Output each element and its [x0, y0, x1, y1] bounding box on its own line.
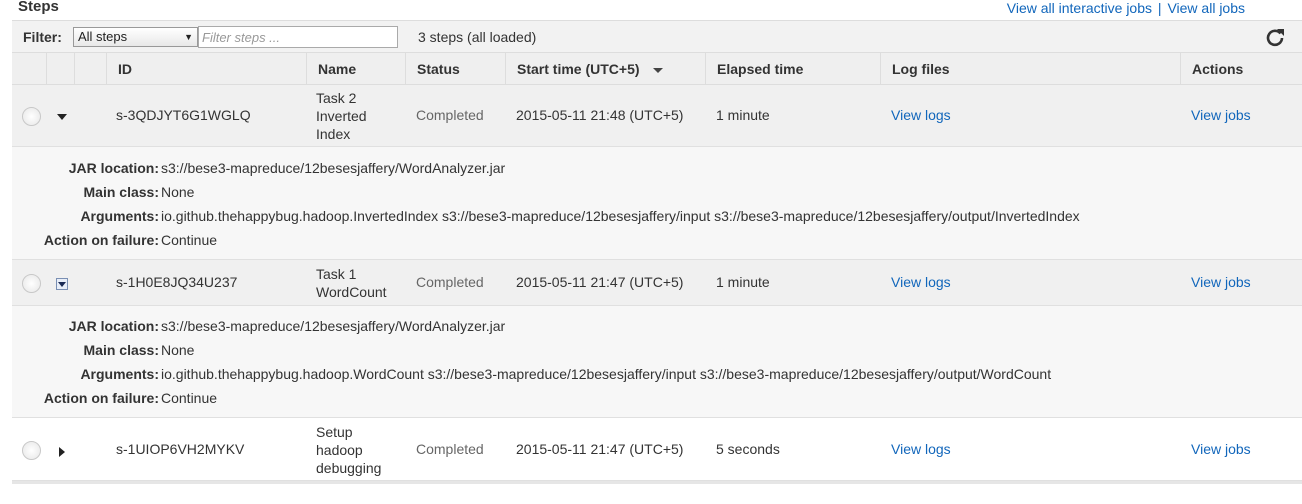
- column-header-status[interactable]: Status: [405, 53, 505, 85]
- step-filter-select[interactable]: All steps ▼: [73, 27, 198, 47]
- header-expand-col: [46, 53, 74, 85]
- step-name-line: Task 2: [316, 90, 357, 106]
- arguments-value: io.github.thehappybug.hadoop.WordCount s…: [161, 366, 1052, 382]
- step-id: s-1UIOP6VH2MYKV: [116, 441, 245, 457]
- step-name-line: debugging: [316, 460, 382, 476]
- step-elapsed-time: 1 minute: [716, 107, 770, 123]
- refresh-icon[interactable]: [1264, 26, 1286, 48]
- step-name-line: Task 1: [316, 266, 357, 282]
- step-start-time: 2015-05-11 21:47 (UTC+5): [516, 441, 684, 457]
- action-on-failure-label: Action on failure:: [43, 232, 159, 248]
- step-status: Completed: [416, 107, 484, 123]
- row-select-radio[interactable]: [22, 107, 41, 126]
- step-status: Completed: [416, 441, 484, 457]
- steps-count: 3 steps (all loaded): [418, 29, 537, 45]
- main-class-value: None: [161, 184, 195, 200]
- step-name-line: WordCount: [316, 284, 387, 300]
- step-id: s-3QDJYT6G1WGLQ: [116, 107, 251, 123]
- column-header-start-time-label: Start time (UTC+5): [517, 61, 640, 77]
- main-class-label: Main class:: [83, 342, 159, 358]
- column-header-start-time[interactable]: Start time (UTC+5): [505, 53, 705, 85]
- step-name-line: Setup: [316, 424, 353, 440]
- main-class-label: Main class:: [83, 184, 159, 200]
- column-header-actions: Actions: [1180, 53, 1302, 85]
- step-filter-select-value: All steps: [78, 29, 128, 44]
- table-row[interactable]: s-3QDJYT6G1WGLQ Task 2 Inverted Index Co…: [12, 85, 1302, 147]
- table-bottom-border: [12, 481, 1302, 484]
- filter-label: Filter:: [23, 29, 62, 45]
- column-header-elapsed[interactable]: Elapsed time: [705, 53, 880, 85]
- step-name-line: hadoop: [316, 442, 363, 458]
- row-select-radio[interactable]: [22, 274, 41, 293]
- view-logs-link[interactable]: View logs: [891, 441, 951, 457]
- step-name: Setup hadoop debugging: [316, 423, 381, 477]
- action-on-failure-label: Action on failure:: [43, 390, 159, 406]
- column-header-name[interactable]: Name: [306, 53, 405, 85]
- sort-descending-icon: [653, 68, 664, 74]
- table-row[interactable]: s-1UIOP6VH2MYKV Setup hadoop debugging C…: [12, 418, 1302, 481]
- arguments-label: Arguments:: [80, 208, 159, 224]
- jar-location-label: JAR location:: [68, 160, 159, 176]
- step-name: Task 2 Inverted Index: [316, 89, 367, 143]
- main-class-value: None: [161, 342, 195, 358]
- view-jobs-link[interactable]: View jobs: [1191, 274, 1251, 290]
- step-details: JAR location: s3://bese3-mapreduce/12bes…: [12, 147, 1302, 260]
- header-blank-col: [74, 53, 106, 85]
- action-on-failure-value: Continue: [161, 390, 218, 406]
- filter-steps-input[interactable]: [198, 26, 398, 48]
- step-start-time: 2015-05-11 21:48 (UTC+5): [516, 107, 684, 123]
- step-name-line: Index: [316, 126, 351, 142]
- action-on-failure-value: Continue: [161, 232, 218, 248]
- column-header-log-files[interactable]: Log files: [880, 53, 1180, 85]
- step-name-line: Inverted: [316, 108, 367, 124]
- step-start-time: 2015-05-11 21:47 (UTC+5): [516, 274, 684, 290]
- header-select-col: [12, 53, 46, 85]
- view-logs-link[interactable]: View logs: [891, 107, 951, 123]
- arguments-label: Arguments:: [80, 366, 159, 382]
- jar-location-label: JAR location:: [68, 318, 159, 334]
- collapse-toggle-icon[interactable]: [56, 110, 68, 122]
- step-elapsed-time: 5 seconds: [716, 441, 780, 457]
- step-name: Task 1 WordCount: [316, 265, 387, 301]
- link-separator: |: [1157, 0, 1162, 16]
- expand-toggle-icon[interactable]: [56, 445, 68, 457]
- collapse-toggle-icon[interactable]: [56, 278, 68, 290]
- row-select-radio[interactable]: [22, 441, 41, 460]
- view-logs-link[interactable]: View logs: [891, 274, 951, 290]
- step-status: Completed: [416, 274, 484, 290]
- view-interactive-jobs-link[interactable]: View all interactive jobs: [1007, 0, 1152, 16]
- arguments-value: io.github.thehappybug.hadoop.InvertedInd…: [161, 208, 1080, 224]
- top-links: View all interactive jobs | View all job…: [1007, 0, 1245, 16]
- jar-location-value: s3://bese3-mapreduce/12besesjaffery/Word…: [161, 160, 506, 176]
- table-row[interactable]: s-1H0E8JQ34U237 Task 1 WordCount Complet…: [12, 260, 1302, 306]
- page-title: Steps: [18, 0, 59, 15]
- view-jobs-link[interactable]: View jobs: [1191, 441, 1251, 457]
- step-details: JAR location: s3://bese3-mapreduce/12bes…: [12, 306, 1302, 418]
- view-jobs-link[interactable]: View jobs: [1191, 107, 1251, 123]
- column-header-id[interactable]: ID: [106, 53, 306, 85]
- step-elapsed-time: 1 minute: [716, 274, 770, 290]
- table-header: ID Name Status Start time (UTC+5) Elapse…: [12, 53, 1302, 85]
- filter-bar: Filter: All steps ▼ 3 steps (all loaded): [12, 20, 1302, 53]
- step-id: s-1H0E8JQ34U237: [116, 274, 238, 290]
- dropdown-arrow-icon: ▼: [184, 32, 193, 42]
- jar-location-value: s3://bese3-mapreduce/12besesjaffery/Word…: [161, 318, 506, 334]
- view-all-jobs-link[interactable]: View all jobs: [1167, 0, 1245, 16]
